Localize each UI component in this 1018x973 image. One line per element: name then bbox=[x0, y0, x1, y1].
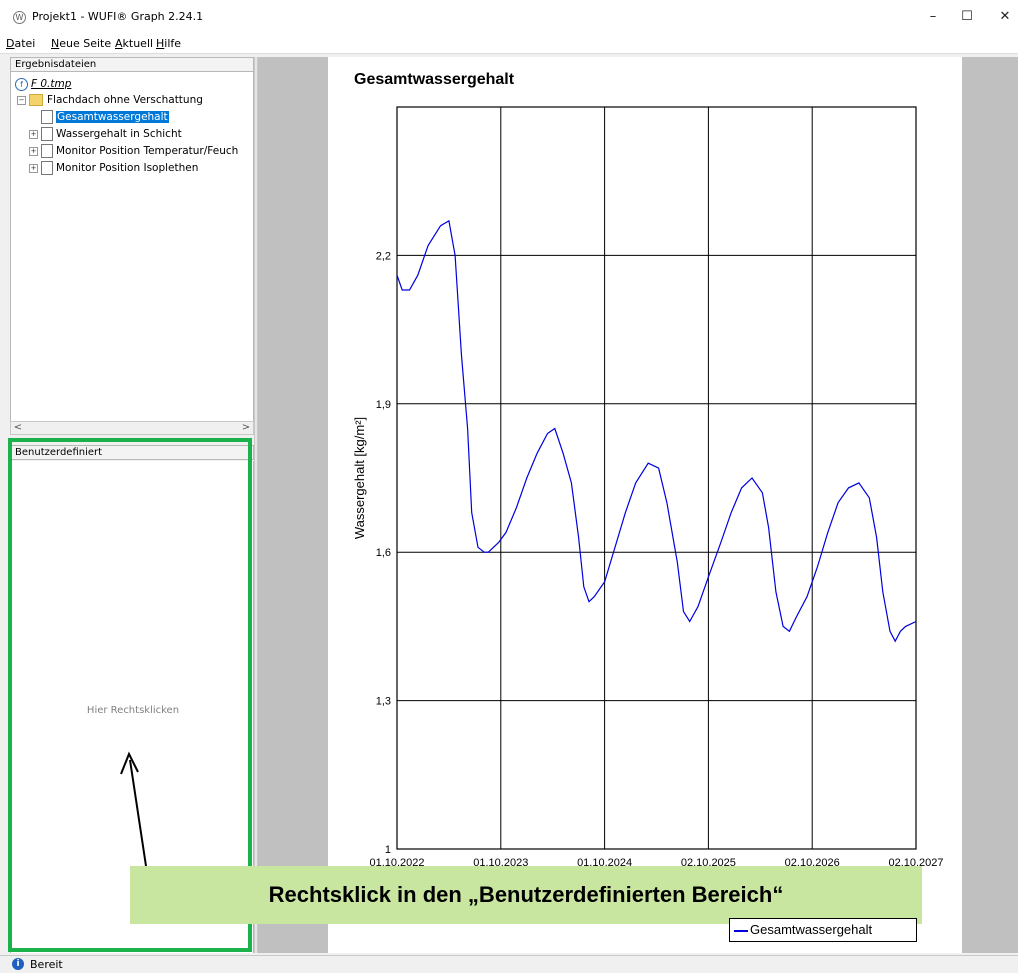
chart-legend: Gesamtwassergehalt bbox=[729, 918, 917, 942]
annotation-arrow-line bbox=[129, 759, 147, 867]
legend-label: Gesamtwassergehalt bbox=[750, 922, 873, 937]
annotation-callout: Rechtsklick in den „Benutzerdefinierten … bbox=[130, 866, 922, 924]
info-icon: i bbox=[12, 958, 24, 970]
legend-line-swatch bbox=[734, 930, 748, 932]
status-bar: i Bereit bbox=[0, 955, 1018, 973]
annotation-arrow-head bbox=[120, 751, 139, 775]
status-text: Bereit bbox=[30, 958, 63, 971]
arrow-overlay bbox=[120, 751, 147, 867]
